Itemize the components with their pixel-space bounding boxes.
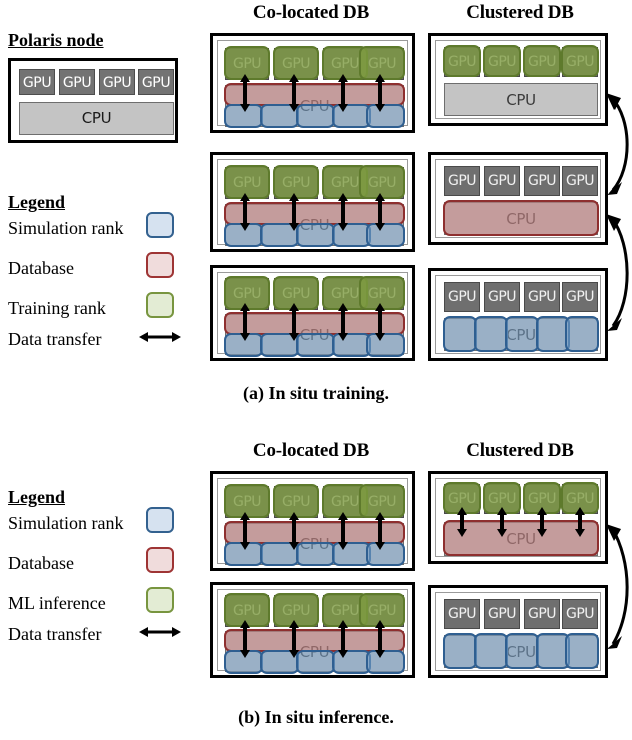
data-transfer-arrow-icon [240, 303, 250, 341]
legend-label-database-b: Database [8, 553, 74, 573]
database-swatch-b [146, 547, 174, 573]
data-transfer-arrow-icon [375, 303, 385, 341]
column-heading-colocated-a: Co-located DB [252, 2, 370, 23]
legend-label-ml-inference-b: ML inference [8, 593, 106, 613]
data-transfer-arrow-icon [289, 512, 299, 550]
column-heading-clustered-a: Clustered DB [466, 2, 574, 23]
column-heading-clustered-b: Clustered DB [466, 440, 574, 461]
clustered-node-a-3: GPU GPU GPU GPU CPU [428, 268, 608, 361]
gpu-chip: GPU [484, 282, 520, 312]
gpu-chip: GPU [524, 282, 560, 312]
gpu-chip: GPU [562, 599, 598, 629]
data-transfer-arrow-icon [240, 74, 250, 112]
data-transfer-arrow-icon [338, 512, 348, 550]
data-transfer-arrow-icon [338, 193, 348, 231]
gpu-chip: GPU [562, 166, 598, 196]
polaris-node-title: Polaris node [8, 30, 104, 50]
colocated-node-a-2: GPU GPU GPU GPU CPU [210, 152, 415, 252]
gpu-chip: GPU [524, 47, 560, 77]
data-transfer-arrow-icon-b [139, 627, 181, 637]
legend-label-database-a: Database [8, 258, 74, 278]
data-transfer-arrow-icon [375, 512, 385, 550]
data-transfer-arrow-icon [375, 193, 385, 231]
polaris-cpu: CPU [19, 102, 174, 135]
sim-rank-swatch-a [146, 212, 174, 238]
data-transfer-arrow-icon [537, 507, 547, 537]
legend-label-simulation-rank-b: Simulation rank [8, 513, 124, 533]
gpu-chip: GPU [524, 599, 560, 629]
polaris-gpu-1: GPU [59, 69, 95, 95]
clustered-node-b-1: GPU GPU GPU GPU CPU [428, 471, 608, 564]
clustered-node-a-1: GPU GPU GPU GPU CPU [428, 33, 608, 126]
figure-caption-b: (b) In situ inference. [238, 707, 394, 727]
gpu-chip: GPU [524, 166, 560, 196]
legend-title-b: Legend [8, 487, 66, 507]
data-transfer-arrow-icon [338, 620, 348, 658]
colocated-node-a-1: GPU GPU GPU GPU CPU [210, 33, 415, 133]
data-transfer-arrow-icon [289, 303, 299, 341]
gpu-chip: GPU [444, 599, 480, 629]
gpu-chip: GPU [484, 47, 520, 77]
data-transfer-arrow-icon [375, 74, 385, 112]
clustered-node-a-2: GPU GPU GPU GPU CPU [428, 152, 608, 245]
data-transfer-arrow-icon [240, 620, 250, 658]
data-transfer-arrow-icon [375, 620, 385, 658]
gpu-chip: GPU [562, 47, 598, 77]
legend-label-data-transfer-a: Data transfer [8, 329, 102, 349]
data-transfer-arrow-icon-a [139, 332, 181, 342]
sim-rank-swatch-b [146, 507, 174, 533]
data-transfer-arrow-icon [240, 193, 250, 231]
training-rank-swatch-a [146, 292, 174, 318]
cpu-strip: CPU [444, 202, 598, 235]
data-transfer-arrow-icon [457, 507, 467, 537]
polaris-gpu-2: GPU [99, 69, 135, 95]
gpu-chip: GPU [484, 599, 520, 629]
data-transfer-arrow-icon [338, 74, 348, 112]
data-transfer-arrow-icon [289, 620, 299, 658]
polaris-gpu-3: GPU [138, 69, 174, 95]
column-heading-colocated-b: Co-located DB [252, 440, 370, 461]
polaris-gpu-0: GPU [19, 69, 55, 95]
gpu-chip: GPU [444, 282, 480, 312]
gpu-chip: GPU [444, 47, 480, 77]
data-transfer-arrow-icon [289, 74, 299, 112]
colocated-node-a-3: GPU GPU GPU GPU CPU [210, 265, 415, 361]
cpu-strip: CPU [444, 318, 598, 351]
gpu-chip: GPU [484, 166, 520, 196]
clustered-node-b-2: GPU GPU GPU GPU CPU [428, 585, 608, 678]
data-transfer-arrow-icon [575, 507, 585, 537]
data-transfer-arrow-icon [289, 193, 299, 231]
data-transfer-arrow-icon [497, 507, 507, 537]
colocated-node-b-2: GPU GPU GPU GPU CPU [210, 582, 415, 678]
ml-inference-swatch-b [146, 587, 174, 613]
database-swatch-a [146, 252, 174, 278]
legend-label-data-transfer-b: Data transfer [8, 624, 102, 644]
polaris-node-box: GPU GPU GPU GPU CPU [8, 58, 178, 143]
legend-label-training-rank-a: Training rank [8, 298, 106, 318]
data-transfer-arrow-icon [240, 512, 250, 550]
cpu-strip: CPU [444, 83, 598, 116]
cpu-strip: CPU [444, 635, 598, 668]
colocated-node-b-1: GPU GPU GPU GPU CPU [210, 471, 415, 571]
legend-label-simulation-rank-a: Simulation rank [8, 218, 124, 238]
data-transfer-arrow-icon [338, 303, 348, 341]
legend-title-a: Legend [8, 192, 66, 212]
gpu-chip: GPU [562, 282, 598, 312]
gpu-chip: GPU [444, 166, 480, 196]
figure-caption-a: (a) In situ training. [242, 383, 390, 403]
